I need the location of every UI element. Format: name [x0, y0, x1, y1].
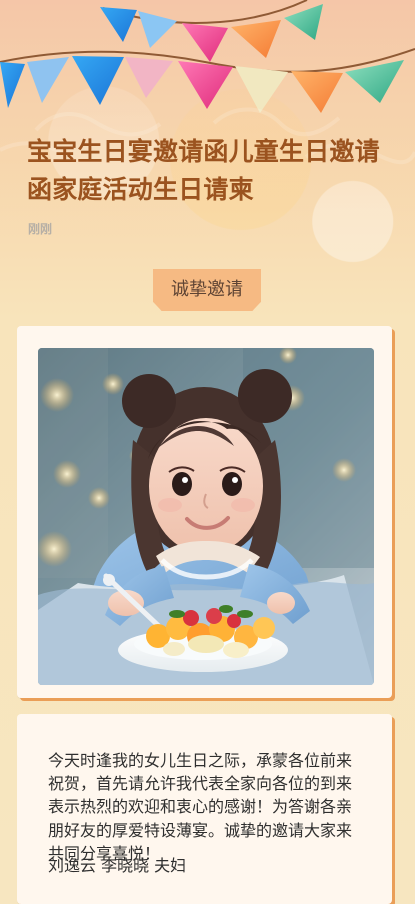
invitation-badge: 诚挚邀请: [153, 269, 261, 311]
page-title: 宝宝生日宴邀请函儿童生日邀请函家庭活动生日请柬: [27, 137, 380, 204]
timestamp: 刚刚: [28, 222, 53, 236]
message-card: 今天时逢我的女儿生日之际，承蒙各位前来祝贺，首先请允许我代表全家向各位的到来表示…: [17, 714, 392, 904]
photo-card: [17, 326, 392, 698]
child-birthday-photo: [38, 348, 374, 685]
invitation-page: 宝宝生日宴邀请函儿童生日邀请函家庭活动生日请柬 刚刚 诚挚邀请 今天时逢我的女儿…: [0, 0, 415, 904]
signature: 刘逸云 李晓晓 夫妇: [48, 856, 187, 875]
invitation-message: 今天时逢我的女儿生日之际，承蒙各位前来祝贺，首先请允许我代表全家向各位的到来表示…: [48, 751, 353, 863]
